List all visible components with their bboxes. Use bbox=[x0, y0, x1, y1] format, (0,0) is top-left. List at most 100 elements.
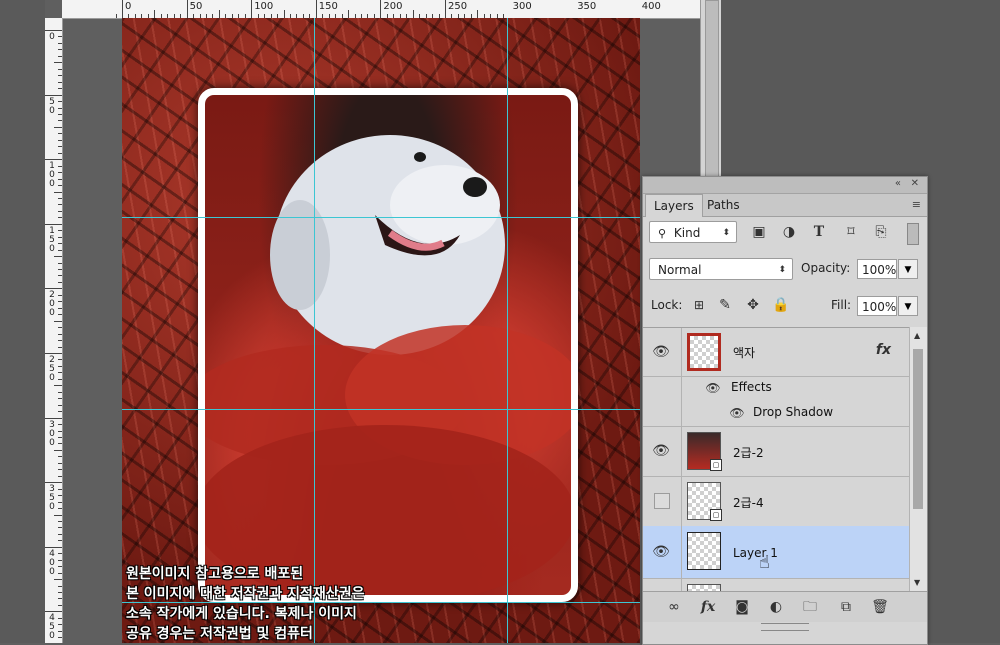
ruler-tick bbox=[115, 14, 117, 18]
horizontal-ruler[interactable]: 0 50 100 150 200 250 300 350 400 bbox=[62, 0, 700, 19]
opacity-dropdown-icon[interactable]: ▼ bbox=[898, 259, 918, 279]
lock-position-icon[interactable]: ✥ bbox=[743, 295, 763, 315]
ruler-label: 200 bbox=[383, 1, 403, 12]
layer-name[interactable]: 2급-4 bbox=[733, 494, 764, 511]
new-layer-icon[interactable]: ⧉ bbox=[835, 597, 857, 617]
layer-name[interactable]: 액자 bbox=[733, 344, 755, 361]
adjustment-filter-icon[interactable]: ◑ bbox=[779, 222, 799, 242]
trash-icon[interactable]: 🗑 bbox=[869, 597, 891, 617]
ruler-tick bbox=[58, 107, 62, 109]
guide-horizontal-2[interactable] bbox=[122, 409, 640, 410]
ruler-tick bbox=[58, 398, 62, 400]
lock-image-icon[interactable]: ✎ bbox=[715, 295, 735, 315]
ruler-tick bbox=[445, 0, 446, 18]
layers-bottom-bar: ∞ fx ◙ ◐ 🗀 ⧉ 🗑 bbox=[643, 591, 927, 622]
kind-filter-label: Kind bbox=[673, 226, 701, 240]
ruler-tick bbox=[45, 159, 62, 161]
layer-row-layer-1[interactable]: 👁 Layer 1 ☝ bbox=[643, 526, 909, 579]
ruler-tick bbox=[58, 172, 62, 174]
ruler-tick bbox=[58, 495, 62, 497]
scroll-up-icon[interactable]: ▲ bbox=[914, 331, 920, 340]
ruler-tick bbox=[45, 546, 62, 548]
layer-name[interactable]: 2급-2 bbox=[733, 444, 764, 461]
ruler-tick bbox=[58, 333, 62, 335]
link-layers-icon[interactable]: ∞ bbox=[663, 597, 685, 617]
ruler-tick bbox=[58, 204, 62, 206]
fill-dropdown-icon[interactable]: ▼ bbox=[898, 296, 918, 316]
layer-name[interactable]: Layer 1 bbox=[733, 546, 778, 560]
lock-label: Lock: bbox=[651, 298, 683, 312]
ruler-tick bbox=[58, 301, 62, 303]
shape-filter-icon[interactable]: ⌑ bbox=[841, 222, 861, 242]
visibility-toggle-off[interactable] bbox=[654, 493, 670, 509]
divider bbox=[681, 476, 682, 526]
group-folder-icon[interactable]: 🗀 bbox=[799, 597, 821, 617]
ruler-tick bbox=[58, 210, 62, 212]
ruler-label: 150 bbox=[49, 225, 55, 254]
type-filter-icon[interactable]: T bbox=[809, 222, 829, 242]
ruler-tick bbox=[58, 327, 62, 329]
document-canvas[interactable]: 원본이미지 참고용으로 배포된 본 이미지에 대한 저작권과 지적재산권은 소속… bbox=[122, 18, 640, 643]
ruler-tick bbox=[348, 10, 350, 18]
image-filter-icon[interactable]: ▣ bbox=[749, 222, 769, 242]
ruler-tick bbox=[58, 307, 62, 309]
lock-all-icon[interactable]: 🔒 bbox=[771, 295, 791, 315]
caption-line: 원본이미지 참고용으로 배포된 bbox=[126, 566, 304, 582]
layers-list-scrollbar[interactable]: ▲ ▼ bbox=[909, 327, 927, 591]
fx-icon[interactable]: fx bbox=[697, 597, 719, 617]
panel-titlebar[interactable]: « ✕ bbox=[643, 177, 927, 194]
eye-icon[interactable]: 👁 bbox=[651, 441, 671, 461]
fx-badge-icon[interactable]: fx bbox=[876, 342, 891, 358]
layer-effects-row[interactable]: 👁 Effects bbox=[643, 376, 909, 400]
guide-vertical-2[interactable] bbox=[507, 18, 508, 643]
fill-field[interactable]: 100% bbox=[857, 296, 897, 316]
ruler-label: 300 bbox=[512, 1, 532, 12]
filter-toggle-icon[interactable] bbox=[907, 223, 919, 245]
ruler-tick bbox=[58, 146, 62, 148]
eye-icon[interactable]: 👁 bbox=[727, 403, 747, 423]
scrollbar-thumb[interactable] bbox=[705, 0, 719, 192]
mask-icon[interactable]: ◙ bbox=[731, 597, 753, 617]
ruler-tick bbox=[251, 0, 253, 18]
blend-mode-select[interactable]: Normal ⬍ bbox=[649, 258, 793, 280]
lock-transparent-icon[interactable]: ⊞ bbox=[689, 295, 709, 315]
guide-horizontal-1[interactable] bbox=[122, 217, 640, 218]
ruler-tick bbox=[45, 30, 62, 31]
layer-row-partial[interactable] bbox=[643, 578, 909, 592]
ruler-tick bbox=[380, 0, 382, 18]
ruler-tick bbox=[58, 178, 62, 180]
scroll-down-icon[interactable]: ▼ bbox=[914, 578, 920, 587]
opacity-field[interactable]: 100% bbox=[857, 259, 897, 279]
layer-row-frame[interactable]: 👁 액자 fx bbox=[643, 328, 909, 377]
vertical-ruler[interactable]: 0 50 100 150 200 250 300 350 400 450 bbox=[45, 18, 63, 643]
ruler-tick bbox=[58, 340, 62, 342]
adjustment-layer-icon[interactable]: ◐ bbox=[765, 597, 787, 617]
eye-icon[interactable]: 👁 bbox=[703, 378, 723, 398]
eye-icon[interactable]: 👁 bbox=[651, 542, 671, 562]
ruler-tick bbox=[58, 617, 62, 619]
ruler-tick bbox=[58, 139, 62, 141]
layer-row-2-2[interactable]: 👁 ▢ 2급-2 bbox=[643, 426, 909, 477]
ruler-tick bbox=[58, 55, 62, 57]
tab-paths[interactable]: Paths bbox=[699, 194, 748, 216]
ruler-label: 100 bbox=[254, 1, 274, 12]
layer-effect-drop-shadow[interactable]: 👁 Drop Shadow bbox=[643, 400, 909, 427]
close-icon[interactable]: ✕ bbox=[911, 178, 919, 189]
eye-icon[interactable]: 👁 bbox=[651, 342, 671, 362]
hand-cursor-icon: ☝ bbox=[759, 552, 770, 573]
tab-layers[interactable]: Layers bbox=[645, 194, 703, 217]
divider bbox=[681, 426, 682, 476]
chevron-updown-icon: ⬍ bbox=[778, 265, 786, 275]
kind-filter-select[interactable]: ⚲ Kind ⬍ bbox=[649, 221, 737, 243]
layer-row-2-4[interactable]: ▢ 2급-4 bbox=[643, 476, 909, 527]
collapse-icon[interactable]: « bbox=[895, 178, 901, 189]
ruler-tick bbox=[58, 501, 62, 503]
ruler-tick bbox=[58, 411, 62, 413]
smart-object-filter-icon[interactable]: ⎘ bbox=[871, 222, 891, 242]
resize-grip[interactable] bbox=[761, 623, 809, 631]
scrollbar-thumb[interactable] bbox=[913, 349, 923, 509]
guide-vertical-1[interactable] bbox=[314, 18, 315, 643]
ruler-tick bbox=[58, 585, 62, 587]
ruler-tick bbox=[58, 81, 62, 83]
panel-menu-icon[interactable]: ≡ bbox=[912, 198, 921, 211]
